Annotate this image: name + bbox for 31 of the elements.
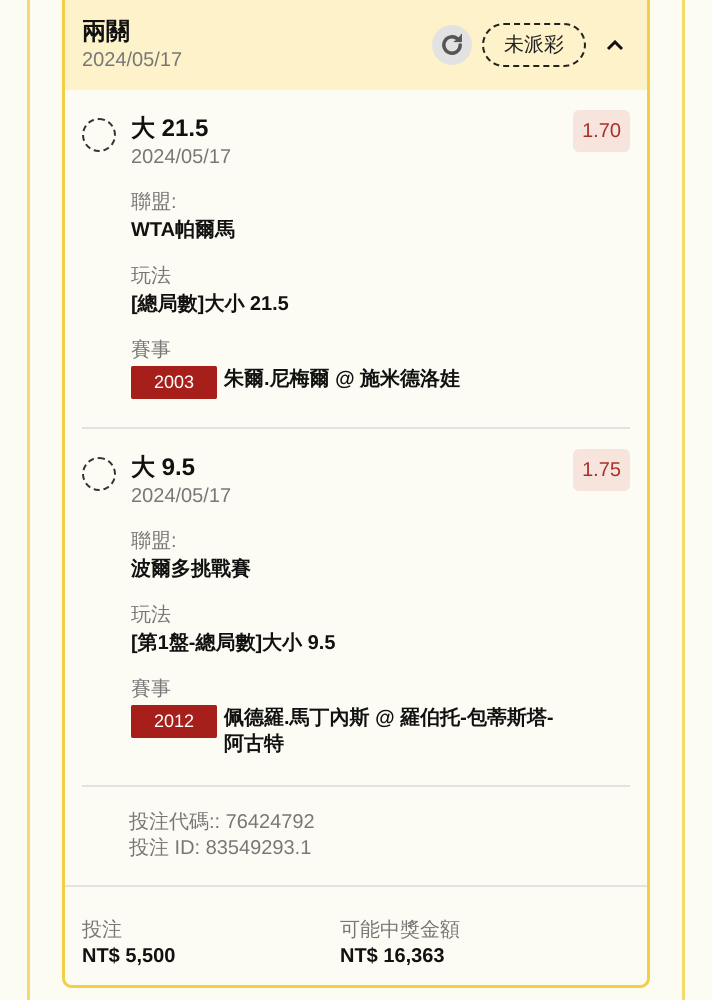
event-name: 朱爾.尼梅爾 @ 施米德洛娃 <box>224 367 460 392</box>
field-label: 賽事 <box>131 338 172 363</box>
bet-type-title: 兩關 <box>82 17 131 47</box>
selection-title: 大 9.5 <box>131 453 196 483</box>
odds-badge: 1.70 <box>573 110 630 152</box>
refresh-button[interactable] <box>432 25 472 65</box>
bet-code: 投注代碼:: 76424792 <box>129 810 316 835</box>
summary-value: NT$ 16,363 <box>340 944 446 969</box>
summary-value: NT$ 5,500 <box>82 944 176 969</box>
bet-id: 投注 ID: 83549293.1 <box>129 836 312 861</box>
selection-title: 大 21.5 <box>131 114 210 144</box>
field-value: [總局數]大小 21.5 <box>131 292 290 317</box>
field-value: WTA帕爾馬 <box>131 218 236 243</box>
field-value: 波爾多挑戰賽 <box>131 556 252 582</box>
summary-label: 投注 <box>82 918 123 943</box>
field-label: 玩法 <box>131 603 172 628</box>
match-date: 2024/05/17 <box>131 145 232 170</box>
event-name: 佩德羅.馬丁內斯 @ 羅伯托-包蒂斯塔-阿古特 <box>224 706 554 757</box>
event-code-badge: 2012 <box>131 705 217 738</box>
field-label: 聯盟: <box>131 529 178 554</box>
field-label: 聯盟: <box>131 190 178 215</box>
status-badge: 未派彩 <box>482 23 586 67</box>
field-label: 賽事 <box>131 677 172 702</box>
chevron-up-icon <box>606 39 624 51</box>
summary-label: 可能中獎金額 <box>340 918 461 943</box>
field-value: [第1盤-總局數]大小 9.5 <box>131 631 336 656</box>
event-code-badge: 2003 <box>131 366 217 399</box>
field-label: 玩法 <box>131 264 172 289</box>
match-date: 2024/05/17 <box>131 484 232 509</box>
bet-date: 2024/05/17 <box>82 48 184 73</box>
odds-badge: 1.75 <box>573 449 630 491</box>
